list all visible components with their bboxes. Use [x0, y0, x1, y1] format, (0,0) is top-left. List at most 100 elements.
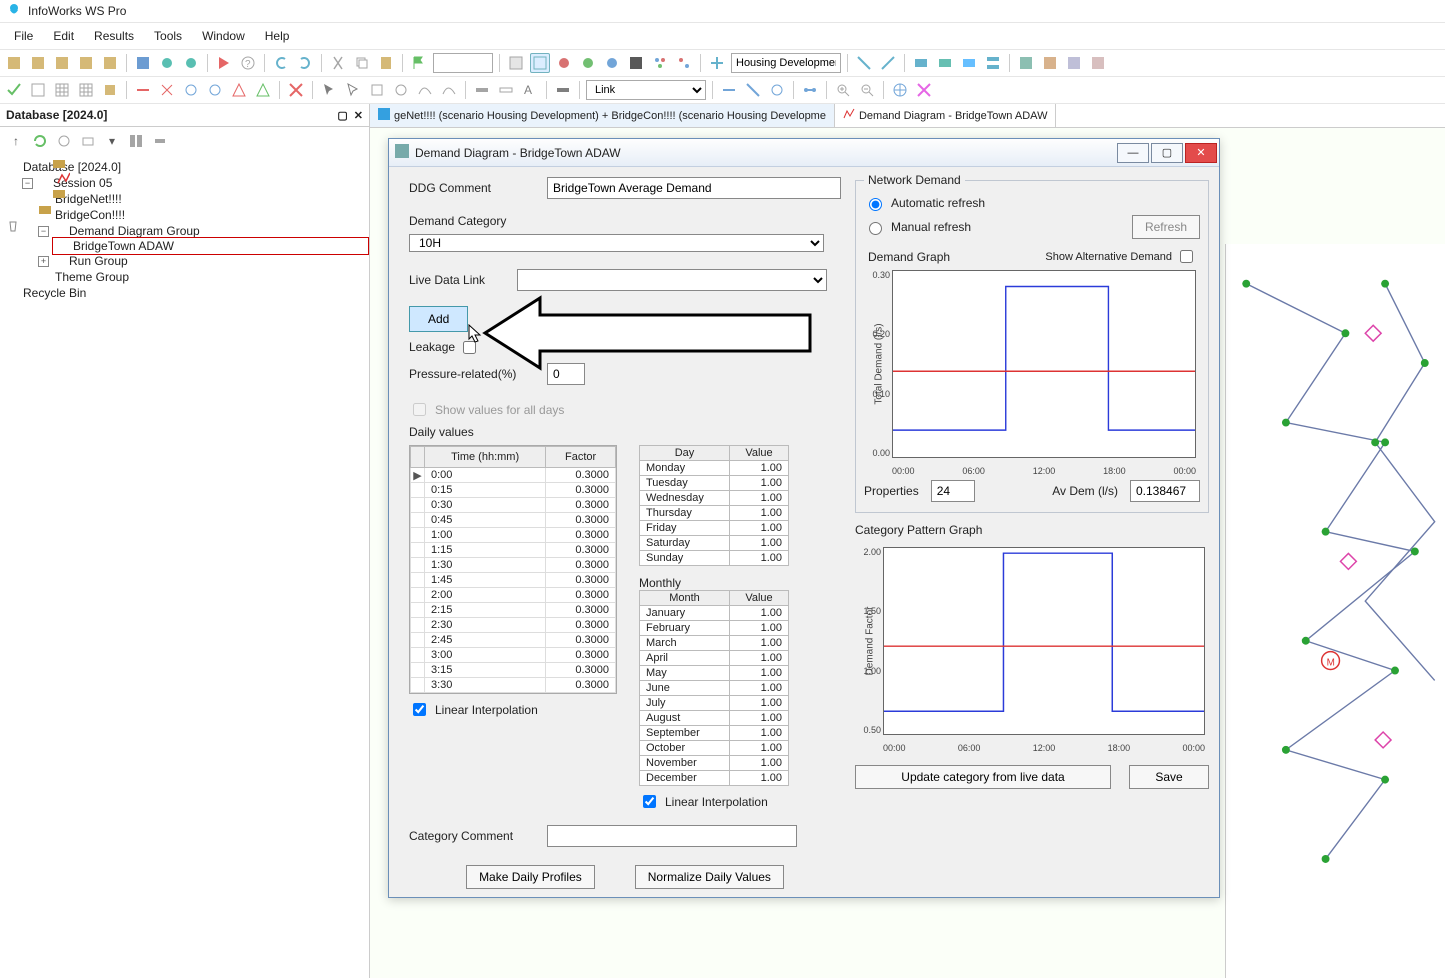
delete-icon[interactable]	[286, 80, 306, 100]
table-row[interactable]: 0:150.3000	[411, 483, 616, 498]
toolbar-icon[interactable]	[854, 53, 874, 73]
table-row[interactable]: June1.00	[640, 681, 789, 696]
table-row[interactable]: 1:450.3000	[411, 573, 616, 588]
toolbar-icon[interactable]	[157, 80, 177, 100]
toolbar-icon[interactable]	[626, 53, 646, 73]
run-icon[interactable]	[214, 53, 234, 73]
pointer-icon[interactable]	[343, 80, 363, 100]
globe-icon[interactable]	[890, 80, 910, 100]
toolbar-icon[interactable]	[100, 53, 120, 73]
tab-demand-diagram[interactable]: Demand Diagram - BridgeTown ADAW	[835, 104, 1057, 127]
tab-network[interactable]: geNet!!!! (scenario Housing Development)…	[370, 104, 835, 127]
toolbar-icon[interactable]	[914, 80, 934, 100]
toolbar-icon[interactable]	[4, 53, 24, 73]
toolbar-icon[interactable]	[959, 53, 979, 73]
redo-icon[interactable]	[295, 53, 315, 73]
collapse-icon[interactable]: −	[22, 178, 33, 189]
scenario-combo[interactable]	[731, 53, 841, 73]
up-icon[interactable]: ↑	[6, 131, 26, 151]
table-row[interactable]: April1.00	[640, 651, 789, 666]
linear-interp-monthly-checkbox[interactable]	[643, 795, 656, 808]
panel-close-icon[interactable]: ✕	[354, 109, 363, 122]
toolbar-icon[interactable]	[935, 53, 955, 73]
toolbar-icon[interactable]	[52, 53, 72, 73]
manual-refresh-radio[interactable]	[869, 222, 882, 235]
refresh-icon[interactable]	[30, 131, 50, 151]
table-row[interactable]: 3:300.3000	[411, 678, 616, 693]
table-row[interactable]: Tuesday1.00	[640, 476, 789, 491]
toolbar-icon[interactable]	[983, 53, 1003, 73]
toolbar-combo[interactable]	[433, 53, 493, 73]
ddg-comment-input[interactable]	[547, 177, 841, 199]
minimize-button[interactable]: —	[1117, 143, 1149, 163]
menu-tools[interactable]: Tools	[146, 25, 190, 47]
paste-icon[interactable]	[376, 53, 396, 73]
table-row[interactable]: Friday1.00	[640, 521, 789, 536]
tree-item-selected[interactable]: BridgeTown ADAW	[73, 239, 174, 253]
show-alt-demand-checkbox[interactable]	[1180, 250, 1193, 263]
toolbar-icon[interactable]	[506, 53, 526, 73]
day-factors-table[interactable]: Day Value Monday1.00Tuesday1.00Wednesday…	[639, 445, 789, 566]
toolbar-icon[interactable]	[253, 80, 273, 100]
av-dem-value[interactable]	[1130, 480, 1200, 502]
table-row[interactable]: March1.00	[640, 636, 789, 651]
table-row[interactable]: 0:300.3000	[411, 498, 616, 513]
toolbar-icon[interactable]	[133, 80, 153, 100]
toolbar-icon[interactable]	[205, 80, 225, 100]
pointer-icon[interactable]	[319, 80, 339, 100]
toolbar-icon[interactable]	[157, 53, 177, 73]
toolbar-icon[interactable]	[78, 131, 98, 151]
add-button[interactable]: Add	[409, 306, 468, 332]
table-row[interactable]: 2:300.3000	[411, 618, 616, 633]
zoom-in-icon[interactable]	[833, 80, 853, 100]
confirm-icon[interactable]	[4, 80, 24, 100]
leakage-checkbox[interactable]	[463, 341, 476, 354]
menu-edit[interactable]: Edit	[45, 25, 82, 47]
toolbar-icon[interactable]	[367, 80, 387, 100]
tree-item[interactable]: Theme Group	[55, 270, 129, 284]
toolbar-icon[interactable]	[54, 131, 74, 151]
toolbar-icon[interactable]	[100, 80, 120, 100]
close-button[interactable]: ✕	[1185, 143, 1217, 163]
table-row[interactable]: 0:450.3000	[411, 513, 616, 528]
table-row[interactable]: 1:000.3000	[411, 528, 616, 543]
normalize-daily-values-button[interactable]: Normalize Daily Values	[635, 865, 784, 889]
zoom-out-icon[interactable]	[857, 80, 877, 100]
table-row[interactable]: Thursday1.00	[640, 506, 789, 521]
toolbar-icon[interactable]	[76, 53, 96, 73]
toolbar-icon[interactable]	[554, 53, 574, 73]
daily-values-table[interactable]: Time (hh:mm) Factor ▶0:000.30000:150.300…	[409, 445, 617, 694]
toolbar-icon[interactable]	[181, 80, 201, 100]
table-row[interactable]: July1.00	[640, 696, 789, 711]
toolbar-icon[interactable]	[150, 131, 170, 151]
toolbar-icon[interactable]	[1064, 53, 1084, 73]
toolbar-icon[interactable]	[578, 53, 598, 73]
pressure-related-input[interactable]	[547, 363, 585, 385]
toolbar-icon[interactable]	[391, 80, 411, 100]
table-row[interactable]: 2:450.3000	[411, 633, 616, 648]
toolbar-icon[interactable]	[1016, 53, 1036, 73]
auto-refresh-radio[interactable]	[869, 198, 882, 211]
table-row[interactable]: 1:300.3000	[411, 558, 616, 573]
table-row[interactable]: 2:000.3000	[411, 588, 616, 603]
toolbar-icon[interactable]	[911, 53, 931, 73]
tree-item[interactable]: Run Group	[69, 254, 128, 268]
menu-file[interactable]: File	[6, 25, 41, 47]
tree-item[interactable]: Demand Diagram Group	[69, 224, 200, 238]
table-row[interactable]: October1.00	[640, 741, 789, 756]
table-row[interactable]: August1.00	[640, 711, 789, 726]
toolbar-icon[interactable]	[707, 53, 727, 73]
text-icon[interactable]: A	[520, 80, 540, 100]
panel-pin-icon[interactable]: ▢	[337, 109, 347, 122]
properties-value[interactable]	[931, 480, 975, 502]
table-row[interactable]: Wednesday1.00	[640, 491, 789, 506]
toolbar-icon[interactable]	[472, 80, 492, 100]
grid-icon[interactable]	[76, 80, 96, 100]
month-factors-table[interactable]: Month Value January1.00February1.00March…	[639, 590, 789, 786]
table-row[interactable]: February1.00	[640, 621, 789, 636]
toolbar-icon[interactable]	[439, 80, 459, 100]
toolbar-icon[interactable]	[767, 80, 787, 100]
toolbar-icon[interactable]	[650, 53, 670, 73]
object-type-select[interactable]: Link	[586, 80, 706, 100]
linear-interp-daily-checkbox[interactable]	[413, 703, 426, 716]
